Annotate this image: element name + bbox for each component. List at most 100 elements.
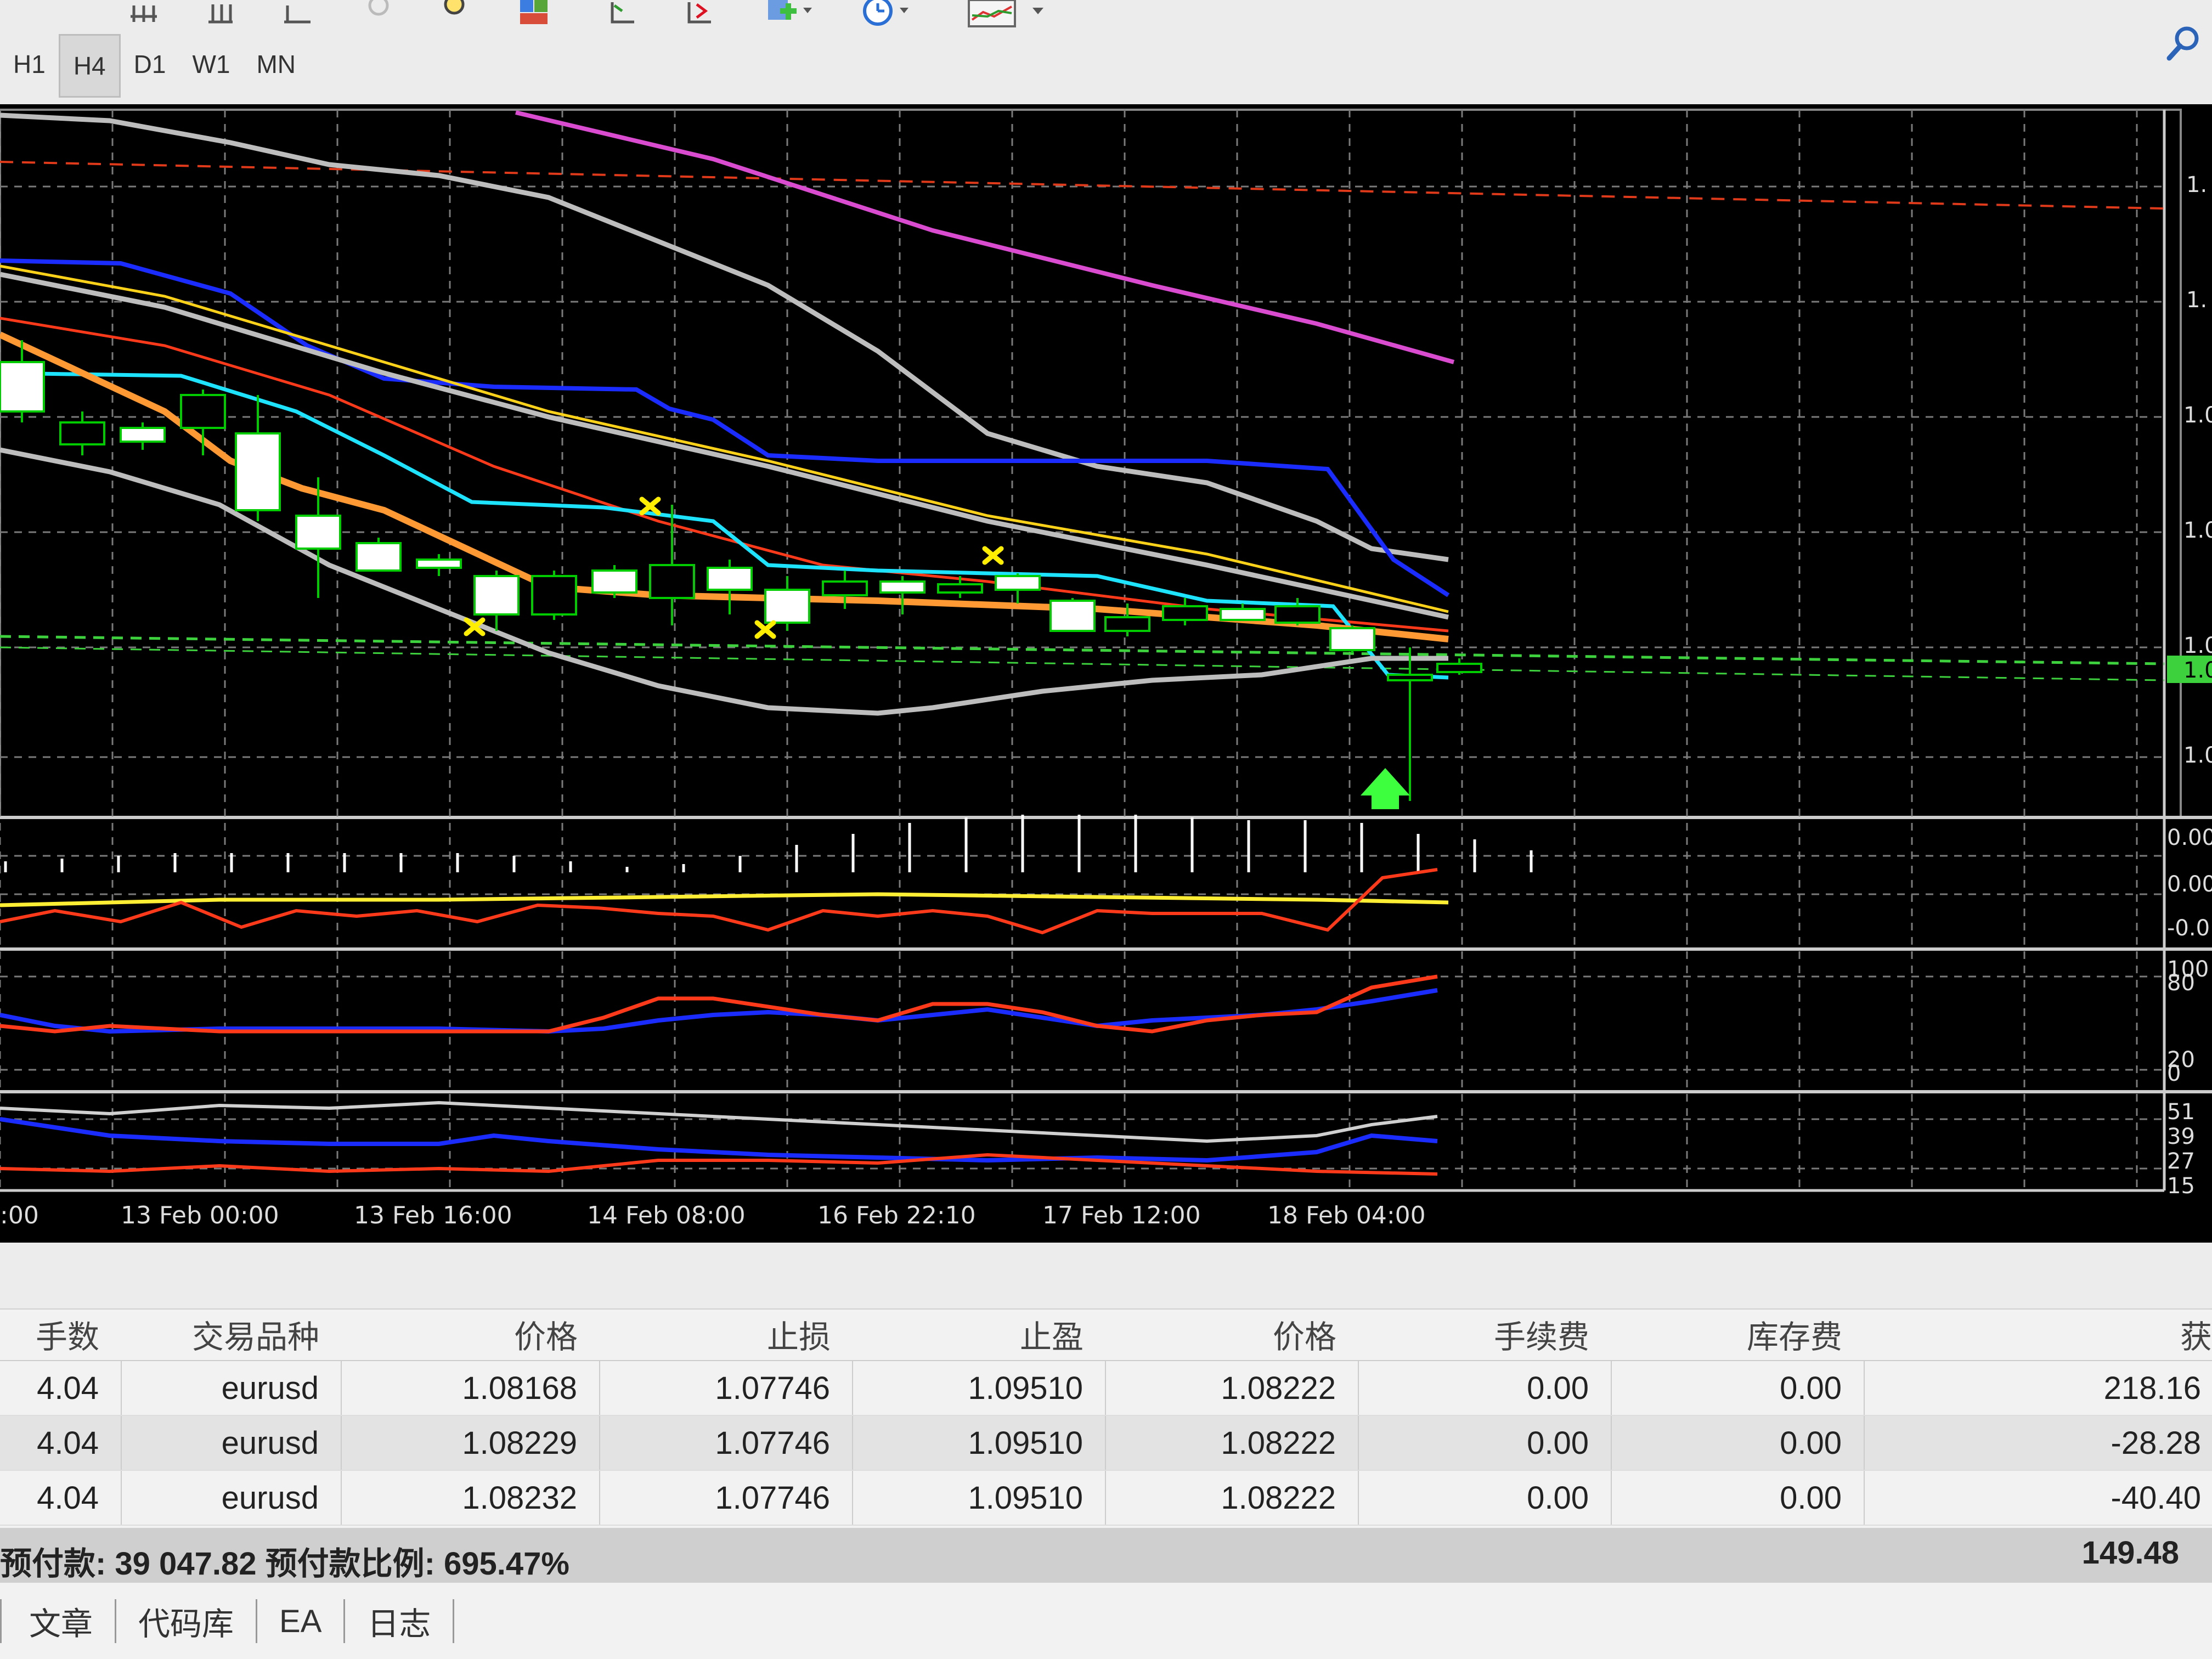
col-commission[interactable]: 手续费 (1358, 1308, 1611, 1361)
account-summary-bar: 预付款: 39 047.82 预付款比例: 695.47% 149.48 (0, 1528, 2212, 1583)
table-cell: 1.09510 (853, 1470, 1106, 1526)
col-stop-loss[interactable]: 止损 (600, 1308, 853, 1361)
table-row[interactable]: 4.04 eurusd 1.08232 1.07746 1.09510 1.08222 0.… (0, 1470, 2212, 1526)
indicator-add-icon[interactable] (763, 0, 812, 29)
tf-h4[interactable]: H4 (58, 34, 121, 98)
table-row[interactable]: 4.04 eurusd 1.08168 1.07746 1.09510 1.08222 0.… (0, 1361, 2212, 1416)
bull-candle (937, 583, 983, 594)
terminal-tabs: 文章 代码库 EA 日志 (0, 1594, 2212, 1649)
table-cell: -28.28 (1864, 1415, 2212, 1471)
tab-journal[interactable]: 日志 (345, 1599, 455, 1643)
chart-svg: :00 13 Feb 00:00 13 Feb 16:00 14 Feb 08:… (0, 109, 2212, 1229)
bear-candle (416, 558, 462, 569)
search-icon[interactable] (2162, 21, 2205, 65)
zoom-in-icon[interactable] (439, 0, 474, 29)
ma-gray-top-line (0, 112, 1449, 562)
ask-line (0, 646, 2165, 681)
ma-magenta-line (515, 110, 1455, 364)
bear-candle (1329, 627, 1375, 651)
candles-group (0, 340, 1482, 801)
macd-histogram (4, 815, 1533, 872)
tile-icon[interactable] (516, 0, 551, 29)
adx-level-label: 15 (2167, 1173, 2195, 1199)
tf-h1[interactable]: H1 (0, 34, 59, 94)
terminal-top-bar (0, 1243, 2212, 1310)
bid-line (0, 635, 2165, 665)
col-open-price[interactable]: 价格 (341, 1308, 600, 1361)
table-cell: 0.00 (1611, 1415, 1865, 1471)
col-current-price[interactable]: 价格 (1105, 1308, 1358, 1361)
table-cell: 1.07746 (600, 1361, 853, 1416)
grid-icon[interactable] (126, 0, 161, 29)
clock-icon[interactable] (861, 0, 911, 29)
bear-candle (707, 567, 753, 591)
tf-mn[interactable]: MN (243, 34, 309, 94)
macd-level-label: 0.00 (2167, 825, 2212, 850)
table-cell: 4.04 (0, 1415, 122, 1471)
total-profit: 149.48 (2081, 1535, 2179, 1571)
table-cell: 0.00 (1611, 1361, 1865, 1416)
bull-candle (822, 580, 868, 596)
bear-candle (356, 542, 402, 572)
bear-candle (879, 580, 926, 594)
col-volume[interactable]: 手数 (0, 1308, 121, 1361)
tf-d1[interactable]: D1 (121, 34, 179, 94)
bull-candle (649, 564, 695, 599)
table-cell: 0.00 (1611, 1470, 1865, 1526)
bear-candle (473, 575, 520, 616)
table-cell: 0.00 (1358, 1470, 1612, 1526)
bull-candle (1104, 616, 1150, 632)
col-take-profit[interactable]: 止盈 (853, 1308, 1105, 1361)
timeframe-bar: H1 H4 D1 W1 MN (0, 34, 309, 98)
table-cell: 218.16 (1864, 1361, 2212, 1416)
zoom-out-icon[interactable] (362, 0, 397, 29)
fractal-marker (754, 620, 776, 639)
fractal-marker (982, 546, 1004, 565)
orders-table: 手数 交易品种 价格 止损 止盈 价格 手续费 库存费 获 4.04 eurusd… (0, 1308, 2212, 1526)
macd-level-label: -0.0 (2167, 916, 2210, 941)
table-cell: 1.07746 (600, 1415, 853, 1471)
macd-signal-line (0, 892, 1449, 907)
bear-candle (591, 569, 637, 594)
toolbar: H1 H4 D1 W1 MN (0, 0, 2212, 106)
stoch-level-label: 80 (2167, 970, 2195, 996)
stoch-blue-line (0, 988, 1438, 1034)
col-swap[interactable]: 库存费 (1611, 1308, 1864, 1361)
table-cell: eurusd (121, 1415, 342, 1471)
table-cell: 1.08168 (341, 1361, 600, 1416)
table-cell: 1.08229 (341, 1415, 600, 1471)
period-shift-icon[interactable] (680, 0, 715, 29)
table-cell: 1.08232 (341, 1470, 600, 1526)
buy-arrow-icon (1361, 768, 1410, 809)
fractal-marker (639, 496, 661, 516)
adx-gray-line (0, 1101, 1438, 1143)
col-symbol[interactable]: 交易品种 (121, 1308, 341, 1361)
period-sep-icon[interactable] (603, 0, 639, 29)
tab-experts[interactable]: EA (257, 1599, 346, 1643)
table-cell: 1.08222 (1105, 1361, 1359, 1416)
price-label: 1. (2186, 172, 2207, 198)
ma-gray-mid-line (0, 272, 1449, 620)
bull-candle (1162, 605, 1208, 621)
price-label: 1.0 (2183, 658, 2212, 683)
table-row[interactable]: 4.04 eurusd 1.08229 1.07746 1.09510 1.08222 0.… (0, 1415, 2212, 1471)
bear-candle (764, 589, 810, 624)
tf-w1[interactable]: W1 (179, 34, 243, 94)
resistance-line (0, 161, 2165, 210)
tab-code-base[interactable]: 代码库 (116, 1599, 258, 1643)
table-header-row: 手数 交易品种 价格 止损 止盈 价格 手续费 库存费 获 (0, 1308, 2212, 1361)
col-profit[interactable]: 获 (1864, 1308, 2212, 1361)
price-label: 1.0 (2183, 633, 2212, 658)
table-cell: 0.00 (1358, 1361, 1612, 1416)
tab-articles[interactable]: 文章 (0, 1599, 117, 1643)
bull-candle (59, 421, 105, 445)
time-axis: :00 13 Feb 00:00 13 Feb 16:00 14 Feb 08:… (0, 1201, 1426, 1229)
bull-candle (1436, 663, 1482, 673)
bar-icon[interactable] (203, 0, 238, 29)
bull-candle (1274, 605, 1321, 624)
template-icon[interactable] (966, 0, 1059, 29)
line-icon[interactable] (280, 0, 315, 29)
bear-candle (120, 427, 166, 443)
chart-area[interactable]: :00 13 Feb 00:00 13 Feb 16:00 14 Feb 08:… (0, 104, 2212, 1243)
time-label: 17 Feb 12:00 (1042, 1201, 1201, 1229)
